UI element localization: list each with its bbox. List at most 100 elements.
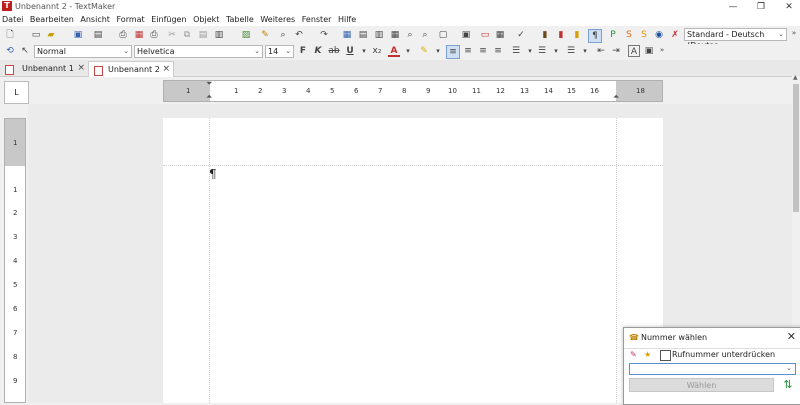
paragraph-mark[interactable]: ¶ <box>209 167 217 181</box>
highlight-icon[interactable]: ✎ <box>418 45 430 57</box>
restore-button[interactable]: ❐ <box>746 0 776 14</box>
font-color-icon[interactable]: A <box>388 45 400 57</box>
suppress-number-checkbox[interactable] <box>660 350 671 361</box>
outline-list-icon[interactable]: ☰ <box>565 45 577 57</box>
open-folder-icon[interactable]: ▰ <box>45 29 57 41</box>
align-left-icon[interactable]: ≡ <box>446 45 460 59</box>
italic-button[interactable]: K <box>312 45 324 57</box>
menu-format[interactable]: Format <box>114 14 146 26</box>
underline-button[interactable]: U <box>344 45 356 57</box>
chevron-down-icon[interactable]: ▾ <box>402 45 414 57</box>
font-size-combo[interactable]: 14 ⌄ <box>265 45 294 58</box>
swap-arrows-icon[interactable]: ⇅ <box>781 378 795 392</box>
comment-icon[interactable]: ▮ <box>571 29 583 41</box>
search-icon[interactable]: ⌕ <box>277 29 289 41</box>
menu-datei[interactable]: Datei <box>0 14 25 26</box>
print-icon[interactable]: ⎙ <box>117 29 129 41</box>
star-icon[interactable]: ★ <box>644 350 651 359</box>
chevron-down-icon[interactable]: ▾ <box>432 45 444 57</box>
presentations-icon[interactable]: S <box>623 29 635 41</box>
minimize-button[interactable]: — <box>718 0 748 14</box>
redo-icon[interactable]: ↷ <box>318 29 330 41</box>
toolbar-overflow-icon[interactable]: » <box>788 27 800 39</box>
close-tab-icon[interactable]: × <box>162 62 170 77</box>
increase-indent-icon[interactable]: ⇥ <box>610 45 622 57</box>
chart-icon[interactable]: ▮ <box>555 29 567 41</box>
save-icon[interactable]: ▣ <box>72 29 84 41</box>
left-indent-marker[interactable]: ⏶ <box>206 92 212 102</box>
zoom-out-icon[interactable]: ⌕ <box>419 29 431 41</box>
format-painter-icon[interactable]: ✎ <box>259 29 271 41</box>
note-icon[interactable]: S <box>638 29 650 41</box>
close-tab-icon[interactable]: × <box>77 61 85 76</box>
strikethrough-button[interactable]: ab <box>328 45 340 57</box>
paragraph-style-combo[interactable]: Normal ⌄ <box>34 45 132 58</box>
paste-icon[interactable]: ▤ <box>197 29 209 41</box>
scroll-up-icon[interactable]: ▲ <box>793 74 798 81</box>
eraser-icon[interactable]: ✎ <box>630 350 637 359</box>
chevron-down-icon[interactable]: ▾ <box>524 45 536 57</box>
view-outline-icon[interactable]: ▤ <box>357 29 369 41</box>
bold-button[interactable]: F <box>297 45 309 57</box>
font-combo[interactable]: Helvetica ⌄ <box>134 45 263 58</box>
show-paragraph-marks-icon[interactable]: ¶ <box>588 29 602 43</box>
chevron-down-icon[interactable]: ▾ <box>358 45 370 57</box>
dial-button[interactable]: Wählen <box>629 378 774 392</box>
align-right-icon[interactable]: ≡ <box>477 45 489 57</box>
bookmark-icon[interactable]: ▮ <box>539 29 551 41</box>
planmaker-icon[interactable]: P <box>607 29 619 41</box>
paste-special-icon[interactable]: ▥ <box>213 29 225 41</box>
pointer-icon[interactable]: ↖ <box>19 45 31 57</box>
vertical-ruler[interactable]: 1 1 2 3 4 5 6 7 8 9 <box>4 118 26 403</box>
numbered-list-icon[interactable]: ☰ <box>536 45 548 57</box>
menu-bearbeiten[interactable]: Bearbeiten <box>28 14 76 26</box>
decrease-indent-icon[interactable]: ⇤ <box>595 45 607 57</box>
view-master-icon[interactable]: ▦ <box>389 29 401 41</box>
horizontal-ruler[interactable]: 1 1 2 3 4 5 6 7 8 9 10 11 12 13 14 15 16… <box>163 79 663 102</box>
insert-picture-icon[interactable]: ▨ <box>240 29 252 41</box>
toolbar-overflow-icon[interactable]: » <box>656 44 668 56</box>
first-line-indent-marker[interactable]: ⏷ <box>206 79 212 89</box>
language-combo[interactable]: Standard - Deutsch (Deutsc ⌄ <box>684 28 787 50</box>
insert-table-icon[interactable]: ▦ <box>494 29 506 41</box>
phone-number-combo[interactable]: ⌄ <box>629 363 796 375</box>
undo-icon[interactable]: ↶ <box>293 29 305 41</box>
tab-unbenannt-1[interactable]: Unbenannt 1 × <box>0 61 88 76</box>
textmaker-app-icon[interactable]: T <box>2 1 12 11</box>
align-center-icon[interactable]: ≡ <box>462 45 474 57</box>
text-frame-icon[interactable]: ▣ <box>460 29 472 41</box>
subscript-button[interactable]: x₂ <box>371 45 383 57</box>
paragraph-format-icon[interactable]: ▣ <box>643 45 655 57</box>
tab-stop-selector[interactable]: L <box>4 81 29 104</box>
new-icon[interactable]: ▭ <box>30 29 42 41</box>
spell-check-icon[interactable]: ✓ <box>515 29 527 41</box>
save-all-icon[interactable]: ▤ <box>92 29 104 41</box>
scrollbar-thumb[interactable] <box>793 84 799 212</box>
borders-icon[interactable]: ▢ <box>437 29 449 41</box>
new-document-icon[interactable]: 🗋 <box>4 29 16 41</box>
menu-weiteres[interactable]: Weiteres <box>258 14 297 26</box>
tab-unbenannt-2[interactable]: Unbenannt 2 × <box>88 61 174 77</box>
character-format-icon[interactable]: A <box>628 45 640 57</box>
close-icon[interactable]: ✕ <box>787 330 796 343</box>
menu-einfuegen[interactable]: Einfügen <box>149 14 188 26</box>
menu-fenster[interactable]: Fenster <box>300 14 334 26</box>
cut-icon[interactable]: ✂ <box>166 29 178 41</box>
zoom-in-icon[interactable]: ⌕ <box>404 29 416 41</box>
copy-icon[interactable]: ⧉ <box>181 29 193 41</box>
chevron-down-icon[interactable]: ▾ <box>550 45 562 57</box>
chevron-down-icon[interactable]: ▾ <box>579 45 591 57</box>
close-window-button[interactable]: ✕ <box>774 0 800 14</box>
menu-objekt[interactable]: Objekt <box>191 14 221 26</box>
export-pdf-icon[interactable]: ▦ <box>133 29 145 41</box>
print-preview-icon[interactable]: ⎙ <box>148 29 160 41</box>
insert-field-icon[interactable]: ▭ <box>479 29 491 41</box>
document-page[interactable] <box>163 118 663 403</box>
language-icon[interactable]: ✗ <box>669 29 681 41</box>
menu-hilfe[interactable]: Hilfe <box>336 14 358 26</box>
view-normal-icon[interactable]: ▦ <box>341 29 353 41</box>
web-icon[interactable]: ◉ <box>653 29 665 41</box>
refresh-icon[interactable]: ⟲ <box>4 45 16 57</box>
justify-icon[interactable]: ≡ <box>492 45 504 57</box>
view-page-icon[interactable]: ▥ <box>373 29 385 41</box>
